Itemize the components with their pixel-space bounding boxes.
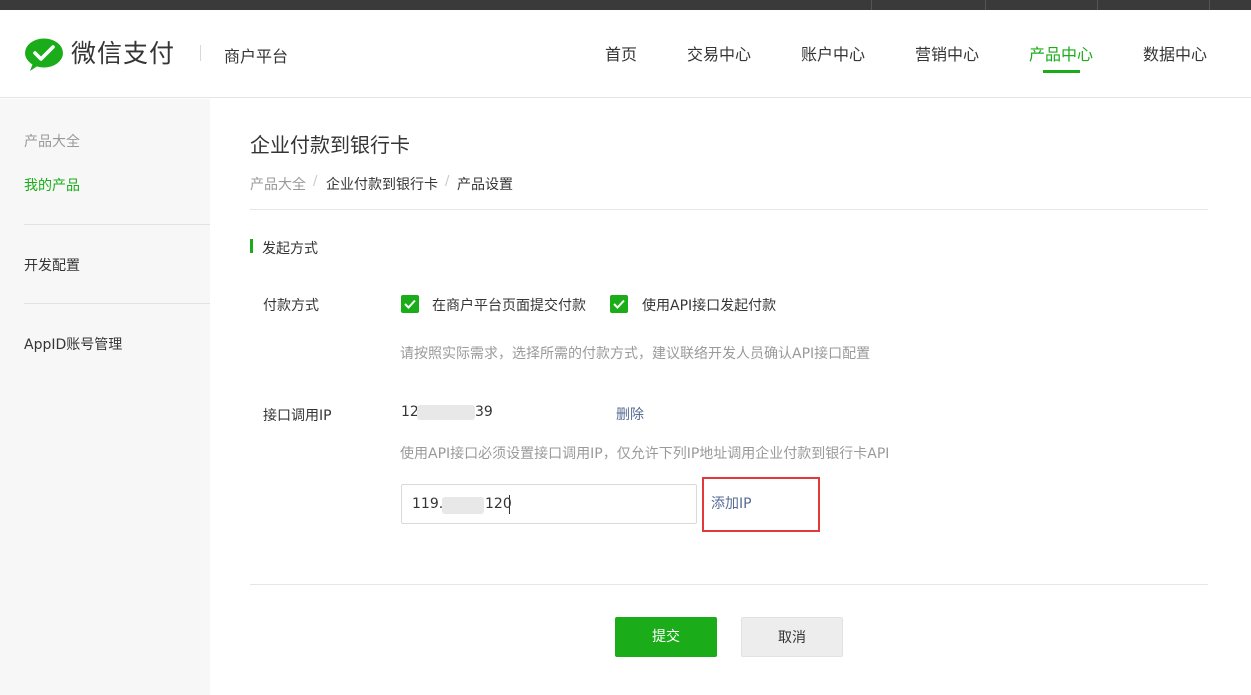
sidebar-item-appid[interactable]: AppID账号管理 bbox=[24, 334, 122, 354]
checkbox-merchant-platform-label[interactable]: 在商户平台页面提交付款 bbox=[432, 295, 586, 315]
breadcrumb-separator: / bbox=[445, 174, 450, 189]
section-title: 发起方式 bbox=[262, 241, 318, 257]
breadcrumb-settings: 产品设置 bbox=[457, 177, 513, 193]
nav-products[interactable]: 产品中心 bbox=[1029, 41, 1093, 65]
nav-home[interactable]: 首页 bbox=[605, 41, 637, 65]
breadcrumb-all-products[interactable]: 产品大全 bbox=[250, 174, 306, 194]
nav-marketing[interactable]: 营销中心 bbox=[915, 41, 979, 65]
cancel-button[interactable]: 取消 bbox=[741, 617, 843, 657]
breadcrumb-product[interactable]: 企业付款到银行卡 bbox=[326, 174, 438, 194]
logo-text[interactable]: 微信支付 bbox=[71, 34, 175, 70]
top-header: 微信支付 商户平台 首页 交易中心 账户中心 营销中心 产品中心 数据中心 bbox=[0, 10, 1251, 98]
redacted-ip-blur bbox=[417, 405, 475, 420]
checkbox-merchant-platform[interactable] bbox=[401, 295, 419, 313]
sidebar-item-dev-config[interactable]: 开发配置 bbox=[24, 255, 80, 275]
existing-ip-suffix: 39 bbox=[475, 404, 493, 420]
highlight-box bbox=[702, 477, 820, 532]
check-icon bbox=[613, 299, 625, 309]
ip-input-suffix: 120 bbox=[485, 496, 512, 512]
sidebar-divider bbox=[24, 224, 210, 225]
submit-button[interactable]: 提交 bbox=[615, 617, 717, 657]
nav-transactions[interactable]: 交易中心 bbox=[687, 41, 751, 65]
redacted-ip-blur bbox=[442, 497, 484, 514]
checkbox-api-label[interactable]: 使用API接口发起付款 bbox=[642, 295, 776, 315]
strip-separator bbox=[871, 0, 872, 10]
breadcrumb-separator: / bbox=[313, 174, 318, 189]
form-divider bbox=[250, 584, 1208, 585]
strip-separator bbox=[985, 0, 986, 10]
platform-name: 商户平台 bbox=[224, 47, 289, 66]
title-divider bbox=[250, 209, 1208, 210]
strip-separator bbox=[1209, 0, 1210, 10]
payment-method-hint: 请按照实际需求，选择所需的付款方式，建议联络开发人员确认API接口配置 bbox=[400, 346, 871, 362]
ip-input-prefix: 119. bbox=[412, 496, 444, 512]
sidebar-item-all-products[interactable]: 产品大全 bbox=[24, 131, 80, 151]
section-accent-bar bbox=[250, 239, 253, 253]
sidebar-item-my-products[interactable]: 我的产品 bbox=[24, 175, 80, 195]
page-title: 企业付款到银行卡 bbox=[250, 133, 410, 157]
check-icon bbox=[404, 299, 416, 309]
ip-label: 接口调用IP bbox=[263, 408, 332, 424]
text-caret bbox=[509, 495, 510, 514]
logo-divider bbox=[200, 45, 201, 61]
sidebar: 产品大全 我的产品 开发配置 AppID账号管理 bbox=[0, 99, 210, 695]
browser-top-strip bbox=[0, 0, 1251, 10]
strip-separator bbox=[1097, 0, 1098, 10]
wechat-pay-logo-icon bbox=[25, 38, 63, 71]
payment-method-label: 付款方式 bbox=[263, 298, 319, 314]
nav-account[interactable]: 账户中心 bbox=[801, 41, 865, 65]
ip-hint: 使用API接口必须设置接口调用IP，仅允许下列IP地址调用企业付款到银行卡API bbox=[400, 446, 890, 462]
ip-input[interactable]: 119. 120 bbox=[401, 484, 697, 524]
sidebar-divider bbox=[24, 303, 210, 304]
checkbox-api[interactable] bbox=[610, 295, 628, 313]
nav-active-underline bbox=[1043, 70, 1080, 73]
delete-ip-link[interactable]: 删除 bbox=[616, 404, 644, 424]
nav-data[interactable]: 数据中心 bbox=[1143, 41, 1207, 65]
